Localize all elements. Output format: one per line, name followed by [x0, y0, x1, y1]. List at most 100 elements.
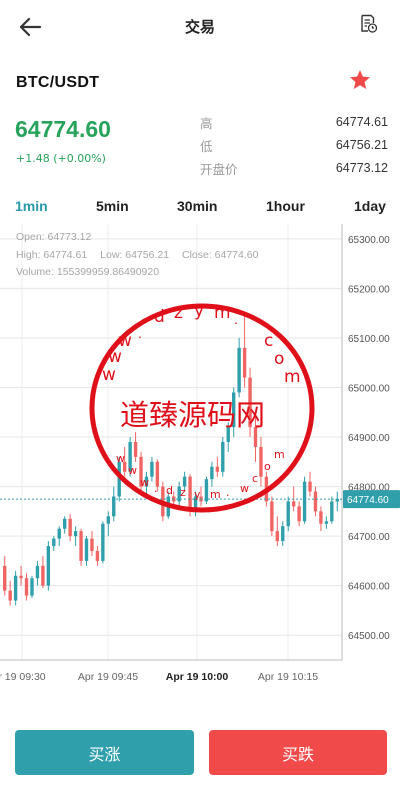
y-tick-label: 64900.00: [348, 433, 390, 444]
candle-body: [204, 479, 209, 502]
x-tick-label: Apr 19 10:00: [166, 671, 229, 683]
candle-body: [324, 521, 329, 524]
stat-value: 64773.12: [335, 161, 388, 175]
candle-body: [24, 578, 29, 596]
candle-body: [302, 481, 307, 522]
y-tick-label: 65000.00: [348, 384, 390, 395]
y-tick-label: 64700.00: [348, 532, 390, 543]
candle-body: [41, 565, 45, 586]
stat-label: 高: [200, 116, 213, 131]
candle-body: [150, 461, 154, 477]
candle-body: [73, 531, 78, 537]
candle-body: [182, 476, 187, 487]
candle-body: [19, 575, 23, 579]
candle-body: [221, 442, 225, 472]
candle-body: [270, 501, 274, 532]
order-record-button[interactable]: [360, 14, 378, 34]
stat-value: 64756.21: [335, 138, 388, 152]
candle-body: [90, 538, 94, 551]
tab-1day[interactable]: 1day: [354, 198, 386, 214]
stat-open: 开盘价 64773.12: [200, 156, 388, 179]
price-change: +1.48 (+0.00%): [16, 152, 106, 165]
tab-5min[interactable]: 5min: [96, 198, 129, 214]
buy-up-button[interactable]: 买涨: [15, 730, 194, 775]
last-price: 64774.60: [15, 116, 111, 142]
price-stats: 高 64774.61 低 64756.21 开盘价 64773.12: [200, 110, 388, 179]
x-tick-label: Apr 19 09:45: [78, 671, 138, 683]
candle-body: [286, 501, 290, 527]
x-tick-label: r 19 09:30: [0, 671, 46, 683]
y-tick-label: 65300.00: [348, 235, 390, 246]
candle-body: [8, 590, 12, 601]
candle-body: [144, 476, 149, 487]
candle-body: [313, 491, 318, 512]
kline-chart[interactable]: 65300.00 65200.00 65100.00 65000.00 64900.00…: [0, 224, 400, 694]
buy-down-button[interactable]: 买跌: [209, 730, 387, 775]
tab-1min[interactable]: 1min: [15, 198, 48, 214]
stat-label: 低: [200, 139, 213, 154]
ohlc-high: High: 64774.61: [16, 248, 88, 261]
candle-body: [297, 506, 301, 522]
candle-body: [330, 501, 334, 522]
candle-body: [35, 565, 40, 579]
candle-body: [248, 377, 252, 428]
favorite-button[interactable]: [348, 68, 372, 92]
y-tick-label: 65200.00: [348, 284, 390, 295]
y-tick-label: 64600.00: [348, 582, 390, 593]
candle-body: [281, 526, 285, 542]
candle-body: [237, 347, 241, 393]
candle-body: [3, 565, 7, 591]
candle-body: [264, 476, 269, 502]
candle-body: [291, 501, 296, 507]
kline-chart-canvas[interactable]: 65300.00 65200.00 65100.00 65000.00 64900.00…: [0, 224, 400, 694]
interval-tabs: 1min 5min 30min 1hour 1day: [0, 190, 400, 224]
candle-body: [30, 578, 34, 596]
candle-body: [95, 551, 100, 561]
candle-body: [52, 538, 56, 547]
trade-actions: 买涨 买跌: [0, 730, 400, 776]
stat-low: 低 64756.21: [200, 133, 388, 156]
candle-body: [232, 392, 236, 428]
candle-body: [226, 427, 230, 442]
candle-body: [210, 466, 214, 480]
candle-body: [133, 442, 138, 457]
candle-body: [57, 528, 61, 539]
stat-value: 64774.61: [335, 115, 388, 129]
candle-body: [46, 546, 51, 586]
ohlc-info: Open: 64773.12 High: 64774.61 Low: 64756…: [16, 229, 268, 282]
candle-body: [68, 518, 72, 537]
candle-body: [101, 523, 105, 561]
candle-body: [259, 446, 263, 477]
candle-body: [275, 531, 279, 542]
stat-label: 开盘价: [200, 162, 238, 177]
candle-body: [117, 461, 121, 497]
ohlc-close: Close: 64774.60: [181, 248, 259, 261]
candle-body: [308, 481, 312, 492]
stat-high: 高 64774.61: [200, 110, 388, 133]
candle-body: [161, 486, 165, 517]
candle-body: [128, 442, 132, 472]
candle-body: [155, 461, 160, 487]
x-tick-label: Apr 19 10:15: [258, 671, 318, 683]
candle-body: [106, 516, 110, 524]
trading-pair: BTC/USDT: [16, 74, 100, 91]
candle-body: [79, 531, 83, 561]
y-tick-label: 65100.00: [348, 334, 390, 345]
candle-body: [319, 511, 323, 524]
ohlc-volume: Volume: 155399959.86490920: [16, 266, 160, 278]
candle-body: [84, 538, 89, 561]
tab-30min[interactable]: 30min: [177, 198, 217, 214]
candle-body: [242, 347, 247, 378]
tab-1hour[interactable]: 1hour: [266, 198, 305, 214]
top-bar: 交易: [0, 0, 400, 54]
candle-body: [139, 456, 143, 487]
ohlc-open: Open: 64773.12: [16, 231, 92, 243]
last-price-label: 64774.60: [347, 495, 389, 506]
candle-body: [215, 466, 220, 472]
ohlc-low: Low: 64756.21: [100, 248, 170, 261]
order-record-icon: [361, 14, 378, 33]
candle-body: [63, 518, 67, 529]
candle-body: [253, 427, 258, 447]
page-title: 交易: [184, 18, 215, 36]
candle-body: [13, 575, 18, 601]
